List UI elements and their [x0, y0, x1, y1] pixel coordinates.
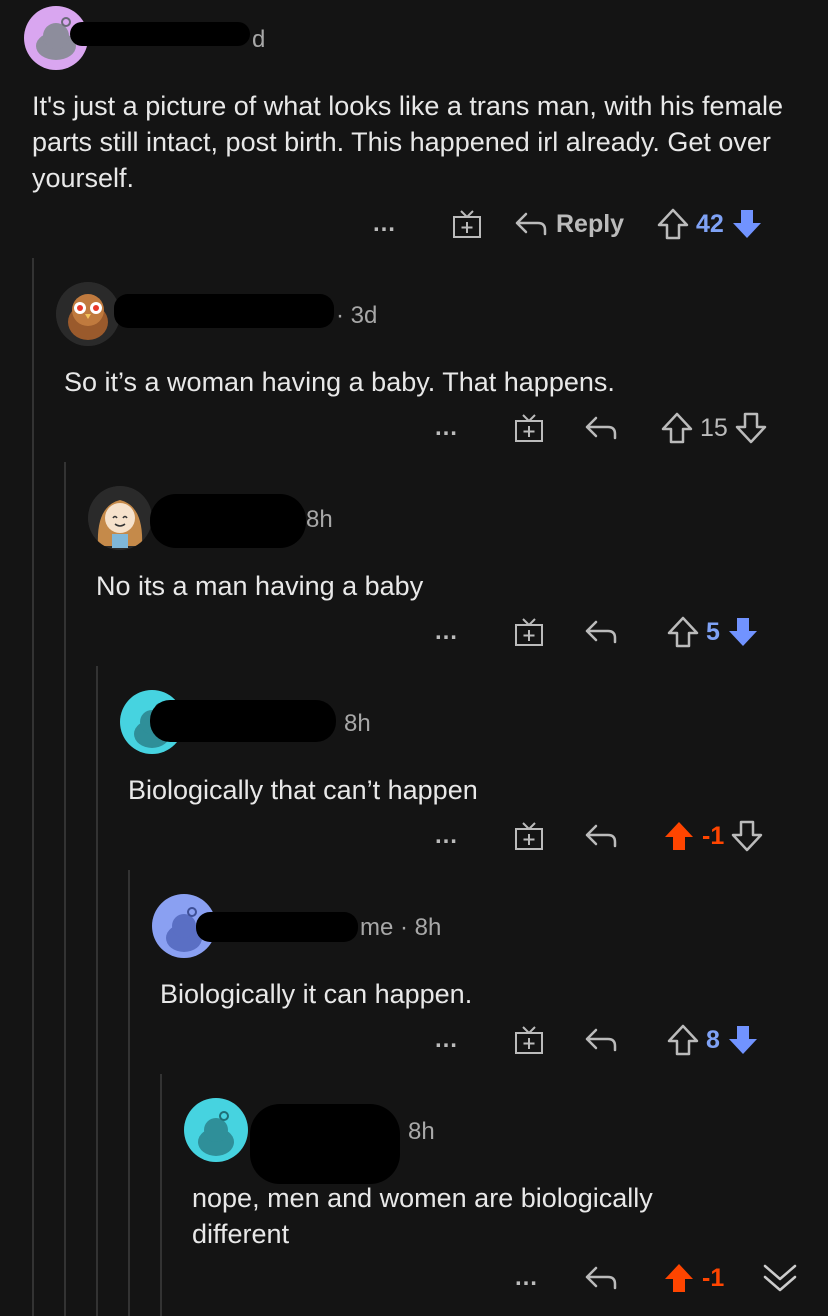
- award-button[interactable]: [514, 612, 544, 652]
- double-chevron-down-icon: [763, 1264, 797, 1292]
- comment-body: So it’s a woman having a baby. That happ…: [64, 367, 615, 397]
- gift-award-icon: [515, 414, 543, 442]
- award-button[interactable]: [514, 1020, 544, 1060]
- more-options-button[interactable]: …: [434, 1020, 459, 1060]
- upvote-icon[interactable]: [660, 411, 694, 445]
- vote-control: -1: [662, 816, 764, 856]
- more-options-button[interactable]: …: [434, 816, 459, 856]
- award-button[interactable]: [514, 408, 544, 448]
- comment-actions: … 8: [0, 1020, 828, 1060]
- reply-button[interactable]: Reply: [514, 204, 624, 244]
- gift-award-icon: [515, 822, 543, 850]
- more-options-button[interactable]: …: [434, 408, 459, 448]
- comment-body: nope, men and women are biologically dif…: [192, 1183, 653, 1249]
- upvote-icon[interactable]: [666, 1023, 700, 1057]
- reply-button[interactable]: [584, 408, 618, 448]
- thread-line-2[interactable]: [64, 462, 66, 1316]
- score: 5: [706, 617, 720, 646]
- upvote-icon[interactable]: [662, 1261, 696, 1295]
- reply-arrow-icon: [585, 416, 617, 440]
- comment-actions: … Reply 42: [0, 204, 828, 244]
- collapse-button[interactable]: [762, 1258, 798, 1298]
- score: -1: [702, 1263, 725, 1292]
- thread-line-3[interactable]: [96, 666, 98, 1316]
- owl-snoo-avatar-icon: [56, 282, 120, 346]
- reply-button[interactable]: [584, 1020, 618, 1060]
- score: 15: [700, 413, 728, 442]
- username[interactable]: E: [136, 302, 152, 330]
- downvote-icon[interactable]: [726, 1023, 760, 1057]
- comment-actions: … -1: [0, 1258, 828, 1298]
- vote-control: 5: [666, 612, 760, 652]
- username-tail: me · 8h: [360, 914, 442, 941]
- score: -1: [702, 821, 725, 850]
- more-options-button[interactable]: …: [434, 612, 459, 652]
- upvote-icon[interactable]: [666, 615, 700, 649]
- reply-label: Reply: [556, 209, 625, 238]
- timestamp: 8h: [306, 506, 333, 533]
- reply-button[interactable]: [584, 612, 618, 652]
- comment-body: Biologically that can’t happen: [128, 775, 478, 805]
- username[interactable]: A: [170, 506, 186, 534]
- upvote-icon[interactable]: [662, 819, 696, 853]
- vote-control: 15: [660, 408, 768, 448]
- award-button[interactable]: [514, 816, 544, 856]
- avatar[interactable]: [56, 282, 120, 346]
- comment-actions: … -1: [0, 816, 828, 856]
- downvote-icon[interactable]: [726, 615, 760, 649]
- girl-snoo-avatar-icon: [88, 486, 152, 550]
- username-tail: d: [252, 26, 266, 53]
- reply-arrow-icon: [515, 212, 547, 236]
- reply-arrow-icon: [585, 1028, 617, 1052]
- redacted-username: [150, 700, 336, 742]
- upvote-icon[interactable]: [656, 207, 690, 241]
- redacted-username: [250, 1104, 400, 1184]
- reply-arrow-icon: [585, 824, 617, 848]
- vote-control: 8: [666, 1020, 760, 1060]
- snoo-avatar-icon: [198, 1111, 234, 1156]
- vote-control: -1: [662, 1258, 730, 1298]
- timestamp: 8h: [408, 1118, 435, 1145]
- comment-body: Biologically it can happen.: [160, 979, 473, 1009]
- award-button[interactable]: [452, 204, 482, 244]
- reply-button[interactable]: [584, 816, 618, 856]
- redacted-username: [70, 22, 250, 46]
- downvote-icon[interactable]: [730, 207, 764, 241]
- gift-award-icon: [453, 210, 481, 238]
- vote-control: 42: [656, 204, 764, 244]
- score: 8: [706, 1025, 720, 1054]
- avatar[interactable]: [88, 486, 152, 550]
- reply-button[interactable]: [584, 1258, 618, 1298]
- comment-body: No its a man having a baby: [96, 571, 424, 601]
- comment-actions: … 5: [0, 612, 828, 652]
- comment-body: It's just a picture of what looks like a…: [32, 91, 783, 193]
- thread-line-4[interactable]: [128, 870, 130, 1316]
- downvote-icon[interactable]: [730, 819, 764, 853]
- gift-award-icon: [515, 618, 543, 646]
- username[interactable]: Th: [200, 710, 228, 738]
- redacted-username: [196, 912, 358, 942]
- avatar[interactable]: [184, 1098, 248, 1162]
- score: 42: [696, 209, 724, 238]
- timestamp: · 3d: [336, 302, 378, 329]
- reply-arrow-icon: [585, 1266, 617, 1290]
- username[interactable]: E: [100, 28, 116, 56]
- gift-award-icon: [515, 1026, 543, 1054]
- downvote-icon[interactable]: [734, 411, 768, 445]
- timestamp: 8h: [344, 710, 371, 737]
- comment-actions: … 15: [0, 408, 828, 448]
- reply-arrow-icon: [585, 620, 617, 644]
- more-options-button[interactable]: …: [372, 204, 397, 244]
- more-options-button[interactable]: …: [514, 1258, 539, 1298]
